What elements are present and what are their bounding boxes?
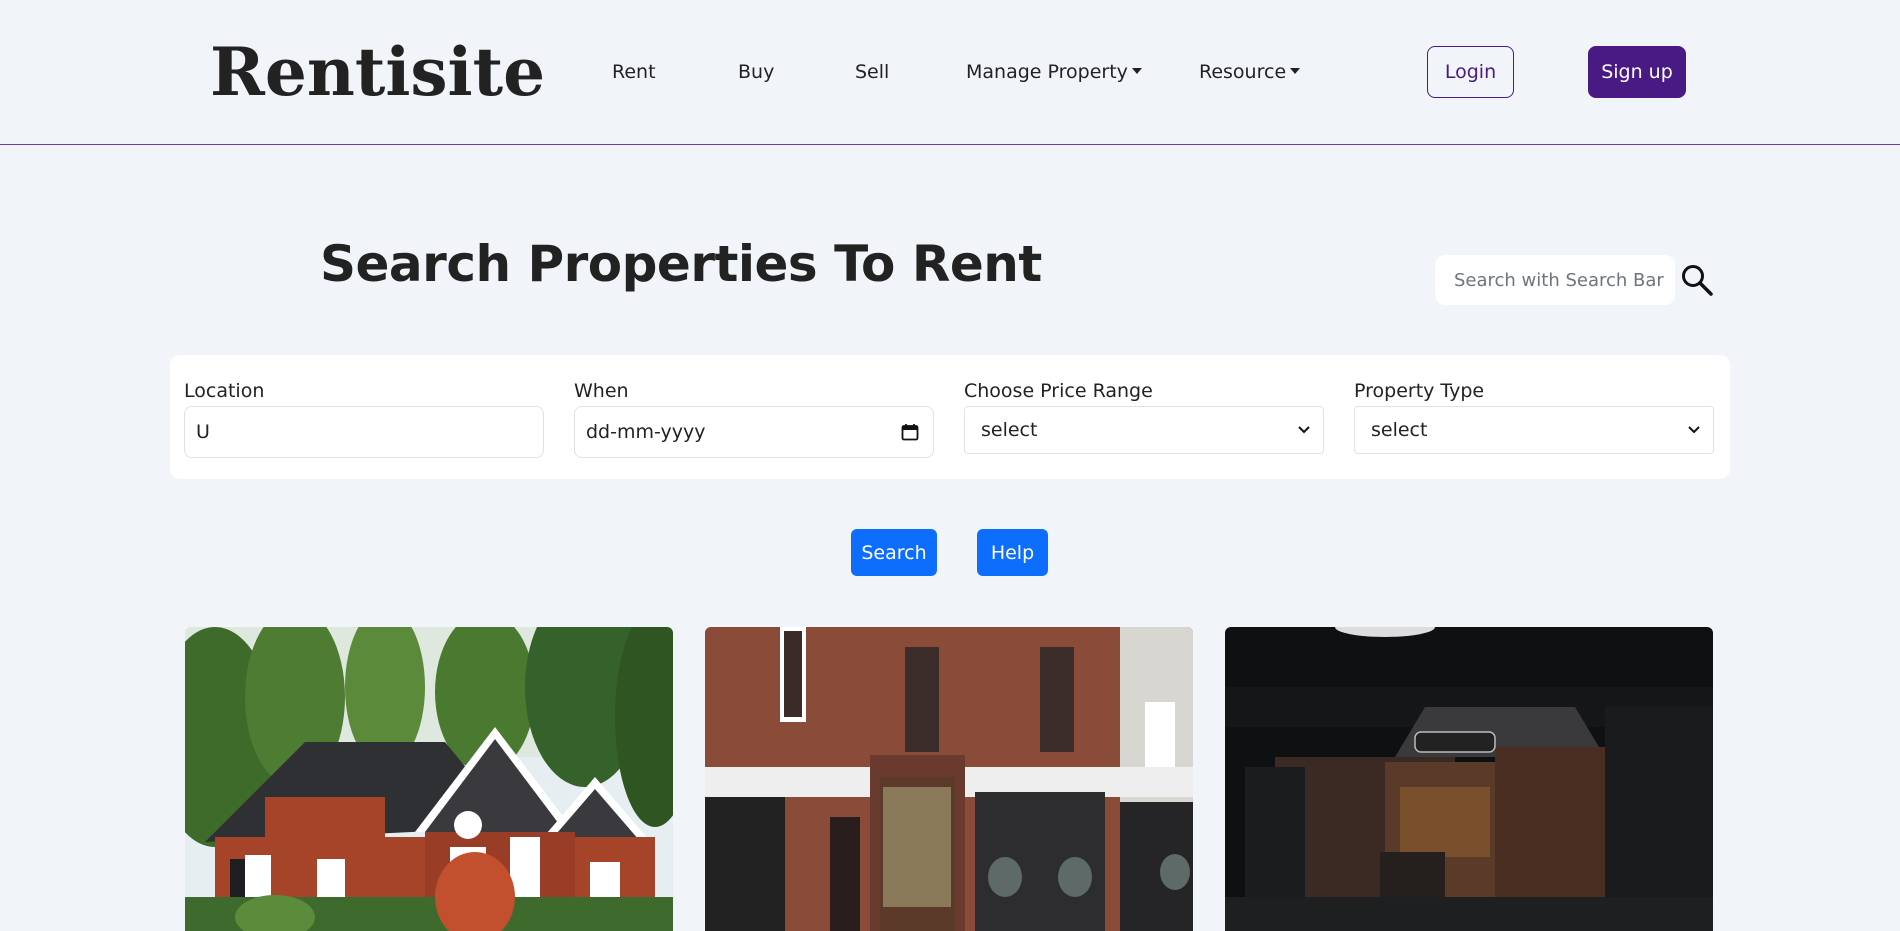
chevron-down-icon — [1688, 426, 1700, 434]
page-title: Search Properties To Rent — [320, 235, 1042, 293]
login-button[interactable]: Login — [1427, 46, 1514, 98]
location-input[interactable]: U — [184, 406, 544, 458]
chevron-down-icon — [1298, 426, 1310, 434]
nav-sell[interactable]: Sell — [855, 58, 889, 86]
caret-down-icon — [1131, 67, 1142, 74]
search-input[interactable] — [1435, 255, 1675, 305]
property-type-select[interactable]: select — [1354, 406, 1714, 454]
date-input[interactable]: dd-mm-yyyy — [574, 406, 934, 458]
nav-manage-property-dropdown[interactable]: Manage Property — [966, 58, 1142, 86]
search-button[interactable]: Search — [851, 529, 937, 576]
property-card-image[interactable] — [1225, 627, 1713, 931]
house-photo — [185, 627, 673, 931]
property-card-image[interactable] — [705, 627, 1193, 931]
property-type-label: Property Type — [1354, 380, 1485, 402]
site-logo[interactable]: Rentisite — [210, 30, 545, 114]
date-placeholder: dd-mm-yyyy — [586, 421, 706, 443]
nav-manage-property-label: Manage Property — [966, 61, 1128, 83]
signup-button[interactable]: Sign up — [1588, 46, 1686, 98]
location-label: Location — [184, 380, 265, 402]
help-button[interactable]: Help — [977, 529, 1048, 576]
property-card-image[interactable] — [185, 627, 673, 931]
nav-resource-label: Resource — [1199, 61, 1287, 83]
caret-down-icon — [1290, 67, 1301, 74]
restaurant-photo — [1225, 627, 1713, 931]
search-icon[interactable] — [1680, 263, 1714, 297]
price-range-value: select — [981, 419, 1038, 441]
nav-resource-dropdown[interactable]: Resource — [1199, 58, 1301, 86]
location-value: U — [196, 421, 210, 443]
site-header: Rentisite Rent Buy Sell Manage Property … — [0, 0, 1900, 145]
when-label: When — [574, 380, 629, 402]
nav-buy[interactable]: Buy — [738, 58, 774, 86]
price-range-select[interactable]: select — [964, 406, 1324, 454]
calendar-icon[interactable] — [901, 423, 919, 441]
price-range-label: Choose Price Range — [964, 380, 1153, 402]
nav-rent[interactable]: Rent — [612, 58, 656, 86]
storefront-photo — [705, 627, 1193, 931]
property-type-value: select — [1371, 419, 1428, 441]
